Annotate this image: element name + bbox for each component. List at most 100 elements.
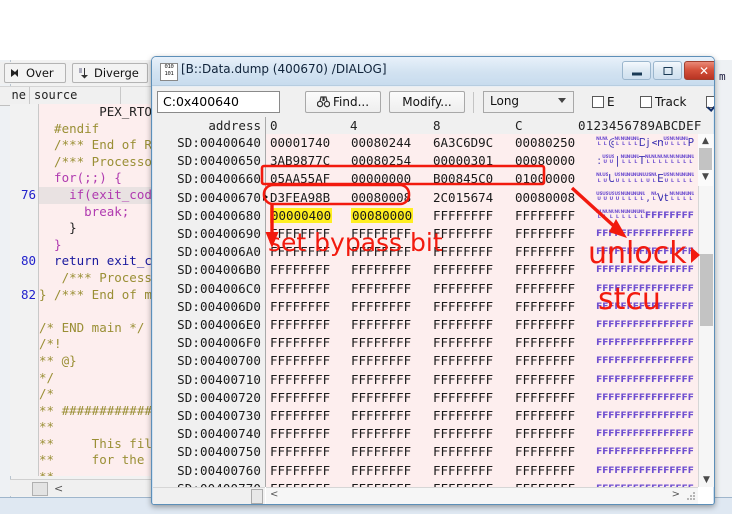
dump-word[interactable]: FFFFFFFF [433,317,509,332]
inner-vscroll-thumb[interactable] [699,148,712,170]
source-hscroll-thumb[interactable] [32,482,48,496]
dump-word[interactable]: 00080008 [351,190,427,205]
checkbox-track-box[interactable] [640,96,652,108]
find-button[interactable]: Find... [305,91,381,113]
modify-button[interactable]: Modify... [389,91,465,113]
dump-word[interactable]: FFFFFFFF [515,463,591,478]
dump-word[interactable]: 00080000 [351,207,427,223]
dump-word[interactable]: FFFFFFFF [270,390,346,405]
data-dump-window[interactable]: 010 101 [B::Data.dump (400670) /DIALOG] ✕… [151,56,715,505]
dump-row[interactable]: SD:00400750 FFFFFFFF FFFFFFFF FFFFFFFF FFFFF… [153,443,698,461]
dump-word[interactable]: FFFFFFFF [351,299,427,314]
dump-word[interactable]: FFFFFFFF [433,299,509,314]
dump-word[interactable]: FFFFFFFF [515,426,591,441]
dump-row[interactable]: SD:00400740 FFFFFFFF FFFFFFFF FFFFFFFF FFFFF… [153,425,698,443]
dump-word[interactable]: FFFFFFFF [351,262,427,277]
dump-word[interactable]: FFFFFFFF [270,426,346,441]
dump-row[interactable]: SD:00400640 00001740 00080244 6A3C6D9C 00080… [153,134,698,152]
selected-word[interactable]: 00080000 [351,207,414,223]
dump-word[interactable]: FFFFFFFF [515,353,591,368]
selected-word[interactable]: 00000400 [270,207,333,223]
checkbox-e-box[interactable] [592,96,604,108]
address-input[interactable]: C:0x400640 [157,91,280,113]
hscroll-left-arrow[interactable]: < [270,489,278,500]
dump-word[interactable]: FFFFFFFF [515,262,591,277]
dump-word[interactable]: FFFFFFFF [433,444,509,459]
dump-word[interactable]: 00001740 [270,135,346,150]
dump-word[interactable]: FFFFFFFF [515,335,591,350]
dump-word[interactable]: FFFFFFFF [515,299,591,314]
dump-word[interactable]: FFFFFFFF [433,226,509,241]
dump-word[interactable]: 00080008 [515,190,591,205]
inner-vscroll-down-arrow[interactable]: ▼ [698,170,713,184]
dump-word[interactable]: FFFFFFFF [351,408,427,423]
dump-word[interactable]: 00080244 [351,135,427,150]
dump-word[interactable]: 00080250 [515,135,591,150]
dump-word[interactable]: FFFFFFFF [433,208,509,223]
dump-row[interactable]: SD:00400710 FFFFFFFF FFFFFFFF FFFFFFFF FFFFF… [153,371,698,389]
window-title-bar[interactable]: 010 101 [B::Data.dump (400670) /DIALOG] ✕ [152,57,714,86]
dump-word[interactable]: FFFFFFFF [351,390,427,405]
dump-word[interactable]: FFFFFFFF [270,335,346,350]
vscroll-down-arrow[interactable]: ▼ [699,473,714,487]
dump-word[interactable]: FFFFFFFF [270,262,346,277]
dump-word[interactable]: FFFFFFFF [270,281,346,296]
dump-word[interactable]: 2C015674 [433,190,509,205]
dump-word[interactable]: 01000000 [515,171,591,186]
dump-word[interactable]: FFFFFFFF [270,317,346,332]
dump-word[interactable]: FFFFFFFF [270,299,346,314]
dump-word[interactable]: FFFFFFFF [351,335,427,350]
dump-row[interactable]: SD:00400660 05AA55AF 00000000 B00845C0 01000… [153,170,698,188]
close-button[interactable]: ✕ [684,61,714,80]
source-horizontal-scrollbar[interactable]: < [10,479,160,496]
dump-word[interactable]: FFFFFFFF [515,244,591,259]
source-hscroll-left-arrow[interactable]: < [54,482,63,495]
dump-word[interactable]: FFFFFFFF [351,426,427,441]
dump-word[interactable]: FFFFFFFF [270,372,346,387]
dump-word[interactable]: FFFFFFFF [433,390,509,405]
checkbox-hex[interactable]: Hex [706,95,714,109]
dump-word[interactable]: FFFFFFFF [270,463,346,478]
dump-word[interactable]: 00000000 [351,171,427,186]
vscroll-thumb[interactable] [700,254,713,326]
dump-inner-vertical-scrollbar[interactable]: ▲ ▼ [698,134,713,186]
checkbox-e[interactable]: E [592,95,615,109]
step-over-button[interactable]: Over [4,63,66,83]
dump-row[interactable]: SD:00400730 FFFFFFFF FFFFFFFF FFFFFFFF FFFFF… [153,407,698,425]
dump-word[interactable]: 3AB9877C [270,153,346,168]
dump-row[interactable]: SD:00400720 FFFFFFFF FFFFFFFF FFFFFFFF FFFFF… [153,389,698,407]
dump-word[interactable]: FFFFFFFF [351,372,427,387]
dump-word[interactable]: FFFFFFFF [515,408,591,423]
dump-word[interactable]: FFFFFFFF [351,281,427,296]
dump-word[interactable]: FFFFFFFF [515,372,591,387]
dump-word[interactable]: FFFFFFFF [515,317,591,332]
dump-word[interactable]: FFFFFFFF [351,463,427,478]
dump-word[interactable]: 6A3C6D9C [433,135,509,150]
dump-word[interactable]: FFFFFFFF [270,444,346,459]
diverge-button[interactable]: Diverge [72,63,148,83]
resize-grip[interactable] [687,491,696,500]
dump-word[interactable]: FFFFFFFF [270,353,346,368]
dump-word[interactable]: 00000301 [433,153,509,168]
dump-word[interactable]: FFFFFFFF [351,317,427,332]
hscroll-right-arrow[interactable]: > [672,489,680,500]
dump-vertical-scrollbar[interactable]: ▲ ▼ [698,134,714,487]
dump-word[interactable]: 00000400 [270,207,346,223]
checkbox-hex-box[interactable] [706,96,714,108]
maximize-button[interactable] [653,61,682,80]
dump-row[interactable]: SD:00400700 FFFFFFFF FFFFFFFF FFFFFFFF FFFFF… [153,352,698,370]
dump-row[interactable]: SD:004006E0 FFFFFFFF FFFFFFFF FFFFFFFF FFFFF… [153,316,698,334]
dump-word[interactable]: FFFFFFFF [433,372,509,387]
dump-word[interactable]: FFFFFFFF [433,281,509,296]
dump-row[interactable]: SD:00400680 00000400 00080000 FFFFFFFF FFFFF… [153,207,698,225]
dump-word[interactable]: FFFFFFFF [433,353,509,368]
gutter-scroll-thumb[interactable] [251,489,263,504]
dump-word[interactable]: FFFFFFFF [433,408,509,423]
dump-row[interactable]: SD:00400770FFFFFFFFFFFFFFFFFFFFFFFFFFFFF… [153,480,698,487]
dump-word[interactable]: 05AA55AF [270,171,346,186]
dump-row[interactable]: SD:004006F0 FFFFFFFF FFFFFFFF FFFFFFFF FFFFF… [153,334,698,352]
dump-row[interactable]: SD:00400650 3AB9877C 00080254 00000301 00080… [153,152,698,170]
dump-word[interactable]: FFFFFFFF [433,335,509,350]
dump-word[interactable]: B00845C0 [433,171,509,186]
minimize-button[interactable] [622,61,651,80]
